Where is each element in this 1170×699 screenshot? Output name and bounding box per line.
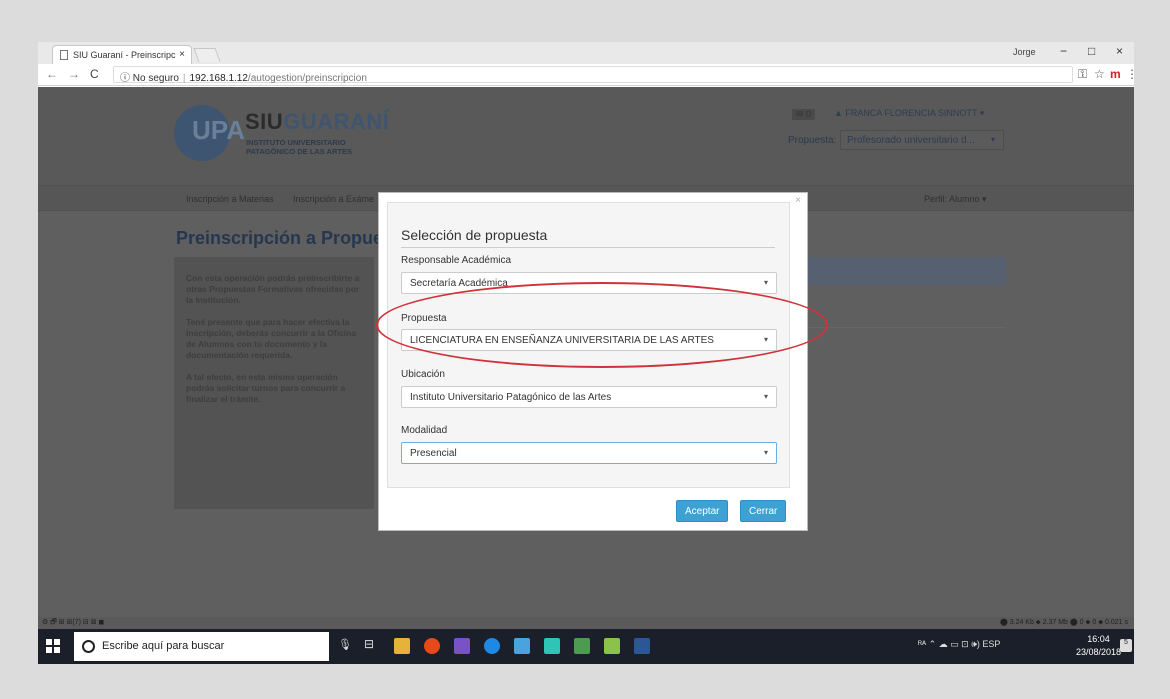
screen-frame: SIU Guaraní - Preinscripc × Jorge − □ × … [38,42,1134,664]
edge-icon[interactable] [484,638,500,654]
propuesta-label: Propuesta: [788,135,837,146]
word-icon[interactable] [634,638,650,654]
chevron-down-icon: ▾ [763,278,768,287]
menu-inscripcion-examenes[interactable]: Inscripción a Exáme [293,194,374,204]
browser-toolbar: ← → C ⓘ No seguro | 192.168.1.12/autogesti… [38,64,1134,86]
chevron-down-icon: ▾ [763,392,768,401]
maximize-icon[interactable]: □ [1088,44,1095,58]
field-label-ubicacion: Ubicación [401,369,445,380]
cortana-icon [82,640,95,653]
page-content: UPA SIUGUARANÍ INSTITUTO UNIVERSITARIO P… [38,87,1134,617]
modal-title: Selección de propuesta [401,227,548,243]
file-explorer-icon[interactable] [394,638,410,654]
microphone-icon[interactable]: 🎙 [338,638,352,651]
people-icon[interactable] [574,638,590,654]
info-paragraph: Con esta operación podrás preinscribirte… [186,273,360,305]
site-header: UPA SIUGUARANÍ INSTITUTO UNIVERSITARIO P… [38,87,1134,185]
institution-logo: UPA [174,105,245,161]
reload-icon[interactable]: C [90,67,99,81]
field-label-modalidad: Modalidad [401,425,448,436]
visual-studio-icon[interactable] [454,638,470,654]
profile-menu[interactable]: Perfil: Alumno ▾ [924,194,987,205]
remote-desktop-icon[interactable] [514,638,530,654]
windows-start-icon[interactable] [46,639,60,653]
close-button[interactable]: Cerrar [740,500,787,522]
highlight-annotation [376,282,828,368]
messages-badge[interactable]: ✉ 0 [792,109,816,120]
status-right-metrics: ⬤ 3.24 Kb ⬥ 2.37 Mb ⬤ 0 ⬥ 0 ⬥ 0.021 s [999,619,1128,626]
taskbar-clock[interactable]: 16:04 23/08/2018 [1076,633,1121,659]
chevron-down-icon: ▾ [763,448,768,457]
page-title: Preinscripción a Propues [176,228,394,248]
back-icon[interactable]: ← [46,67,58,81]
status-strip: ⚙ 🗗 ⊞ ⊞(7) ⊟ ⊠ ◼ ⬤ 3.24 Kb ⬥ 2.37 Mb ⬤ 0… [38,617,1134,629]
extension-icon[interactable]: m [1110,67,1121,81]
system-tray[interactable]: ᴿᴬ ⌃ ☁ ▭ ⊡ 🕪) ESP [918,639,1000,650]
propuesta-header-select[interactable]: Profesorado universitario d... ▾ [840,130,1004,150]
chevron-down-icon: ▾ [990,135,995,144]
windows-taskbar: Escribe aquí para buscar 🎙 ⊟ ᴿᴬ ⌃ ☁ ▭ ⊡ … [38,629,1134,664]
forward-icon[interactable]: → [68,67,80,81]
window-user-label: Jorge [1013,47,1036,57]
menu-inscripcion-materias[interactable]: Inscripción a Materias [186,194,274,204]
site-logo-title: SIUGUARANÍ [245,109,390,134]
address-bar[interactable]: ⓘ No seguro | 192.168.1.12/autogestion/pre… [113,66,1073,84]
divider [798,327,1006,328]
tab-close-icon[interactable]: × [179,49,185,60]
task-view-icon[interactable]: ⊟ [364,637,374,651]
status-left-icons: ⚙ 🗗 ⊞ ⊞(7) ⊟ ⊠ ◼ [42,619,105,626]
notifications-icon[interactable]: 5 [1120,639,1132,652]
user-menu[interactable]: ▲ FRANCA FLORENCIA SINNOTT ▾ [834,108,984,119]
app-icon[interactable] [544,638,560,654]
browser-tab[interactable]: SIU Guaraní - Preinscripc × [52,45,192,64]
bookmark-star-icon[interactable]: ☆ [1094,67,1105,81]
security-indicator[interactable]: ⓘ No seguro [120,73,179,84]
accept-button[interactable]: Aceptar [676,500,729,522]
browser-tabbar: SIU Guaraní - Preinscripc × Jorge − □ × [38,42,1134,64]
modalidad-select[interactable]: Presencial ▾ [401,442,777,464]
field-label-responsable: Responsable Académica [401,255,512,266]
modal-close-icon[interactable]: × [795,195,801,206]
tab-title: SIU Guaraní - Preinscripc [73,50,176,60]
info-box: Con esta operación podrás preinscribirte… [174,257,374,509]
window-close-icon[interactable]: × [1116,44,1123,58]
alert-strip [798,257,1006,285]
chrome-icon[interactable] [424,638,440,654]
browser-menu-icon[interactable]: ⋮ [1126,67,1134,81]
divider [401,247,775,248]
taskbar-search-input[interactable]: Escribe aquí para buscar [74,632,329,661]
notepad-icon[interactable] [604,638,620,654]
url-path: /autogestion/preinscripcion [247,73,367,84]
ubicacion-select[interactable]: Instituto Universitario Patagónico de la… [401,386,777,408]
page-icon [60,50,68,60]
minimize-icon[interactable]: − [1060,44,1067,58]
info-paragraph: A tal efecto, en esta misma operación po… [186,372,346,404]
info-paragraph: Tené presente que para hacer efectiva la… [186,317,357,360]
key-icon[interactable]: ⚿ [1078,67,1087,82]
url-host: 192.168.1.12 [189,73,248,84]
new-tab-button[interactable] [193,48,221,62]
site-logo-subtitle: INSTITUTO UNIVERSITARIO PATAGÓNICO DE LA… [246,138,352,156]
